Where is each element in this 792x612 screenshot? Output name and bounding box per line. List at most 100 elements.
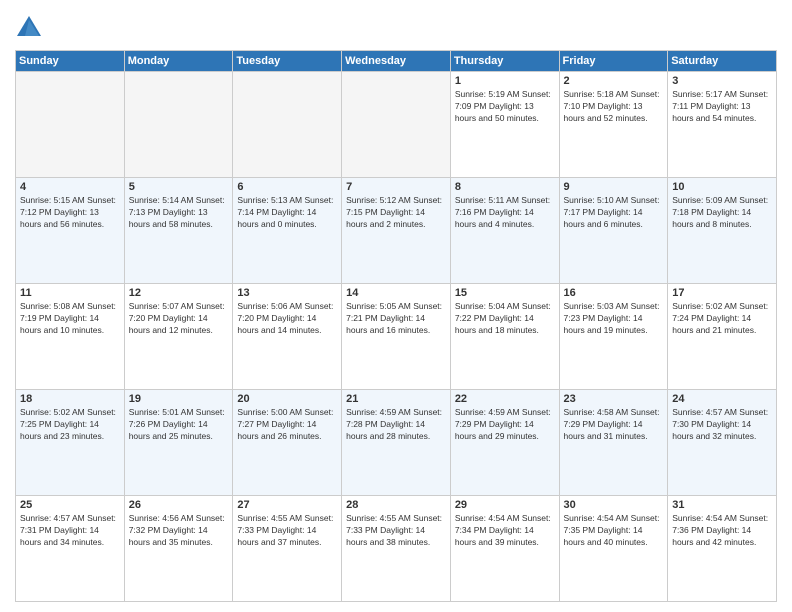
day-number: 8	[455, 181, 555, 193]
calendar-day-cell	[124, 72, 233, 178]
day-info: Sunrise: 5:12 AM Sunset: 7:15 PM Dayligh…	[346, 195, 446, 231]
day-info: Sunrise: 4:54 AM Sunset: 7:35 PM Dayligh…	[564, 513, 664, 549]
day-number: 22	[455, 393, 555, 405]
calendar-day-cell: 20 Sunrise: 5:00 AM Sunset: 7:27 PM Dayli…	[233, 390, 342, 496]
day-info: Sunrise: 5:06 AM Sunset: 7:20 PM Dayligh…	[237, 301, 337, 337]
calendar-day-cell: 19Sunrise: 5:01 AM Sunset: 7:26 PM Dayli…	[124, 390, 233, 496]
calendar-day-cell: 12 Sunrise: 5:07 AM Sunset: 7:20 PM Dayli…	[124, 284, 233, 390]
calendar-day-cell: 16 Sunrise: 5:03 AM Sunset: 7:23 PM Dayli…	[559, 284, 668, 390]
day-number: 14	[346, 287, 446, 299]
day-info: Sunrise: 4:58 AM Sunset: 7:29 PM Dayligh…	[564, 407, 664, 443]
calendar-day-cell: 13 Sunrise: 5:06 AM Sunset: 7:20 PM Dayli…	[233, 284, 342, 390]
day-info: Sunrise: 5:02 AM Sunset: 7:25 PM Dayligh…	[20, 407, 120, 443]
day-number: 28	[346, 499, 446, 511]
day-info: Sunrise: 5:08 AM Sunset: 7:19 PM Dayligh…	[20, 301, 120, 337]
day-number: 11	[20, 287, 120, 299]
calendar-week-row: 25 Sunrise: 4:57 AM Sunset: 7:31 PM Dayli…	[16, 496, 777, 602]
calendar-day-cell: 1 Sunrise: 5:19 AM Sunset: 7:09 PM Daylig…	[450, 72, 559, 178]
day-info: Sunrise: 5:19 AM Sunset: 7:09 PM Dayligh…	[455, 89, 555, 125]
weekday-header: Thursday	[450, 51, 559, 72]
calendar-day-cell: 25 Sunrise: 4:57 AM Sunset: 7:31 PM Dayli…	[16, 496, 125, 602]
calendar-day-cell: 8Sunrise: 5:11 AM Sunset: 7:16 PM Daylig…	[450, 178, 559, 284]
day-number: 12	[129, 287, 229, 299]
day-number: 21	[346, 393, 446, 405]
day-number: 20	[237, 393, 337, 405]
calendar-day-cell: 18 Sunrise: 5:02 AM Sunset: 7:25 PM Dayli…	[16, 390, 125, 496]
page: SundayMondayTuesdayWednesdayThursdayFrid…	[0, 0, 792, 612]
day-info: Sunrise: 5:04 AM Sunset: 7:22 PM Dayligh…	[455, 301, 555, 337]
calendar-day-cell: 24Sunrise: 4:57 AM Sunset: 7:30 PM Dayli…	[668, 390, 777, 496]
day-number: 30	[564, 499, 664, 511]
header	[15, 10, 777, 42]
day-number: 29	[455, 499, 555, 511]
day-number: 16	[564, 287, 664, 299]
day-number: 6	[237, 181, 337, 193]
day-number: 23	[564, 393, 664, 405]
calendar-day-cell: 27Sunrise: 4:55 AM Sunset: 7:33 PM Dayli…	[233, 496, 342, 602]
day-number: 13	[237, 287, 337, 299]
weekday-header: Wednesday	[342, 51, 451, 72]
calendar-day-cell: 3 Sunrise: 5:17 AM Sunset: 7:11 PM Daylig…	[668, 72, 777, 178]
day-number: 19	[129, 393, 229, 405]
day-info: Sunrise: 5:10 AM Sunset: 7:17 PM Dayligh…	[564, 195, 664, 231]
day-number: 9	[564, 181, 664, 193]
calendar-day-cell	[342, 72, 451, 178]
day-info: Sunrise: 5:13 AM Sunset: 7:14 PM Dayligh…	[237, 195, 337, 231]
day-info: Sunrise: 5:15 AM Sunset: 7:12 PM Dayligh…	[20, 195, 120, 231]
weekday-header: Tuesday	[233, 51, 342, 72]
weekday-header: Friday	[559, 51, 668, 72]
calendar-day-cell: 22 Sunrise: 4:59 AM Sunset: 7:29 PM Dayli…	[450, 390, 559, 496]
calendar-day-cell	[16, 72, 125, 178]
calendar-day-cell: 5 Sunrise: 5:14 AM Sunset: 7:13 PM Daylig…	[124, 178, 233, 284]
day-number: 31	[672, 499, 772, 511]
calendar-day-cell: 30 Sunrise: 4:54 AM Sunset: 7:35 PM Dayli…	[559, 496, 668, 602]
day-info: Sunrise: 4:54 AM Sunset: 7:34 PM Dayligh…	[455, 513, 555, 549]
day-info: Sunrise: 5:00 AM Sunset: 7:27 PM Dayligh…	[237, 407, 337, 443]
calendar-day-cell: 2 Sunrise: 5:18 AM Sunset: 7:10 PM Daylig…	[559, 72, 668, 178]
calendar-day-cell: 4 Sunrise: 5:15 AM Sunset: 7:12 PM Daylig…	[16, 178, 125, 284]
calendar-day-cell: 26 Sunrise: 4:56 AM Sunset: 7:32 PM Dayli…	[124, 496, 233, 602]
day-number: 1	[455, 75, 555, 87]
calendar-day-cell: 31 Sunrise: 4:54 AM Sunset: 7:36 PM Dayli…	[668, 496, 777, 602]
day-number: 17	[672, 287, 772, 299]
day-info: Sunrise: 5:14 AM Sunset: 7:13 PM Dayligh…	[129, 195, 229, 231]
day-info: Sunrise: 5:03 AM Sunset: 7:23 PM Dayligh…	[564, 301, 664, 337]
calendar-day-cell: 10Sunrise: 5:09 AM Sunset: 7:18 PM Dayli…	[668, 178, 777, 284]
calendar-day-cell: 14 Sunrise: 5:05 AM Sunset: 7:21 PM Dayli…	[342, 284, 451, 390]
day-info: Sunrise: 4:57 AM Sunset: 7:31 PM Dayligh…	[20, 513, 120, 549]
day-number: 3	[672, 75, 772, 87]
calendar-header-row: SundayMondayTuesdayWednesdayThursdayFrid…	[16, 51, 777, 72]
weekday-header: Sunday	[16, 51, 125, 72]
day-number: 26	[129, 499, 229, 511]
day-info: Sunrise: 4:59 AM Sunset: 7:29 PM Dayligh…	[455, 407, 555, 443]
day-number: 2	[564, 75, 664, 87]
calendar-day-cell: 15Sunrise: 5:04 AM Sunset: 7:22 PM Dayli…	[450, 284, 559, 390]
day-number: 7	[346, 181, 446, 193]
day-number: 10	[672, 181, 772, 193]
day-number: 4	[20, 181, 120, 193]
day-info: Sunrise: 5:18 AM Sunset: 7:10 PM Dayligh…	[564, 89, 664, 125]
calendar-week-row: 1 Sunrise: 5:19 AM Sunset: 7:09 PM Daylig…	[16, 72, 777, 178]
calendar-week-row: 4 Sunrise: 5:15 AM Sunset: 7:12 PM Daylig…	[16, 178, 777, 284]
calendar-day-cell: 29 Sunrise: 4:54 AM Sunset: 7:34 PM Dayli…	[450, 496, 559, 602]
logo	[15, 14, 47, 42]
day-number: 5	[129, 181, 229, 193]
calendar-week-row: 11 Sunrise: 5:08 AM Sunset: 7:19 PM Dayli…	[16, 284, 777, 390]
calendar-day-cell: 11 Sunrise: 5:08 AM Sunset: 7:19 PM Dayli…	[16, 284, 125, 390]
day-info: Sunrise: 5:07 AM Sunset: 7:20 PM Dayligh…	[129, 301, 229, 337]
day-info: Sunrise: 5:05 AM Sunset: 7:21 PM Dayligh…	[346, 301, 446, 337]
calendar-day-cell: 6 Sunrise: 5:13 AM Sunset: 7:14 PM Daylig…	[233, 178, 342, 284]
day-info: Sunrise: 4:57 AM Sunset: 7:30 PM Dayligh…	[672, 407, 772, 443]
calendar-day-cell: 17Sunrise: 5:02 AM Sunset: 7:24 PM Dayli…	[668, 284, 777, 390]
day-info: Sunrise: 4:54 AM Sunset: 7:36 PM Dayligh…	[672, 513, 772, 549]
day-info: Sunrise: 4:56 AM Sunset: 7:32 PM Dayligh…	[129, 513, 229, 549]
calendar-day-cell: 9 Sunrise: 5:10 AM Sunset: 7:17 PM Daylig…	[559, 178, 668, 284]
day-number: 18	[20, 393, 120, 405]
day-number: 25	[20, 499, 120, 511]
calendar-day-cell: 28 Sunrise: 4:55 AM Sunset: 7:33 PM Dayli…	[342, 496, 451, 602]
calendar-day-cell: 23 Sunrise: 4:58 AM Sunset: 7:29 PM Dayli…	[559, 390, 668, 496]
day-info: Sunrise: 4:55 AM Sunset: 7:33 PM Dayligh…	[346, 513, 446, 549]
day-info: Sunrise: 5:17 AM Sunset: 7:11 PM Dayligh…	[672, 89, 772, 125]
calendar-day-cell: 7 Sunrise: 5:12 AM Sunset: 7:15 PM Daylig…	[342, 178, 451, 284]
logo-icon	[15, 14, 43, 42]
